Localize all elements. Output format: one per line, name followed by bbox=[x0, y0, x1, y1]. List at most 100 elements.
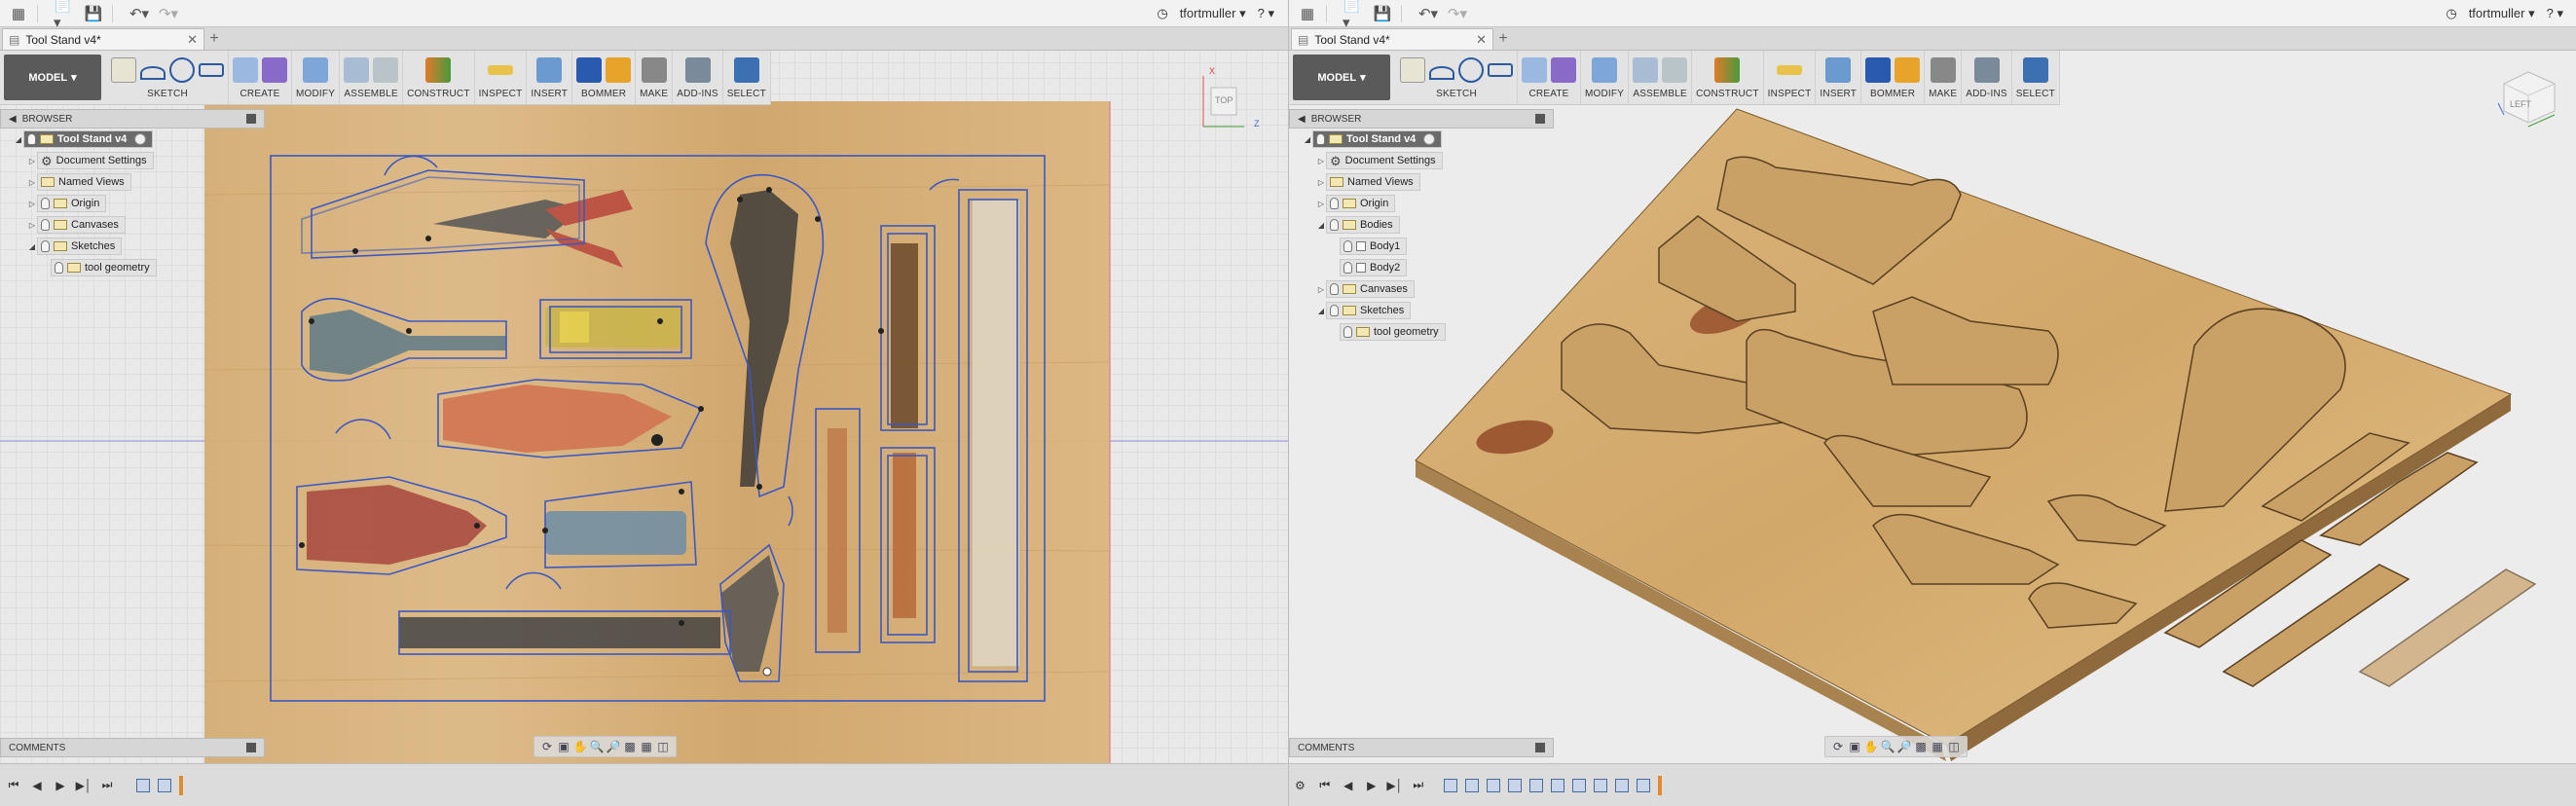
timeline-feature[interactable] bbox=[1443, 778, 1457, 792]
toolbar-select[interactable]: SELECT bbox=[2012, 51, 2060, 104]
visibility-bulb-icon[interactable] bbox=[55, 262, 63, 274]
zoom-window-icon[interactable]: 🔎 bbox=[1897, 740, 1912, 753]
toolbar-construct[interactable]: CONSTRUCT bbox=[403, 51, 475, 104]
pin-icon[interactable] bbox=[246, 114, 256, 124]
pin-icon[interactable] bbox=[1535, 743, 1545, 752]
viewcube[interactable]: LEFT bbox=[2494, 64, 2562, 128]
pin-icon[interactable] bbox=[1535, 114, 1545, 124]
collapsed-triangle-icon[interactable]: ▷ bbox=[27, 200, 37, 208]
timeline-feature[interactable] bbox=[1507, 778, 1522, 792]
tree-item-origin[interactable]: ▷ Origin bbox=[0, 193, 265, 214]
visibility-bulb-icon[interactable] bbox=[1330, 283, 1339, 295]
visibility-bulb-icon[interactable] bbox=[1343, 262, 1352, 274]
timeline-feature[interactable] bbox=[1614, 778, 1629, 792]
collapse-icon[interactable]: ◀ bbox=[1298, 114, 1306, 125]
insert-image-icon[interactable] bbox=[1825, 57, 1852, 83]
workspace-switcher[interactable]: MODEL ▾ bbox=[4, 55, 101, 100]
visibility-bulb-icon[interactable] bbox=[1330, 219, 1339, 231]
timeline-marker[interactable] bbox=[1657, 775, 1662, 795]
expanded-triangle-icon[interactable]: ◢ bbox=[1316, 221, 1326, 230]
press-pull-icon[interactable] bbox=[1592, 57, 1618, 83]
file-menu-icon[interactable]: 📄▾ bbox=[1343, 0, 1364, 31]
extrude-icon[interactable] bbox=[1522, 57, 1547, 83]
visibility-bulb-icon[interactable] bbox=[1343, 326, 1352, 338]
tree-item-chip[interactable]: tool geometry bbox=[51, 259, 157, 276]
help-menu[interactable]: ? ▾ bbox=[2547, 6, 2563, 21]
toolbar-make[interactable]: MAKE bbox=[636, 51, 674, 104]
collapsed-triangle-icon[interactable]: ▷ bbox=[27, 221, 37, 230]
tree-item-chip[interactable]: Bodies bbox=[1326, 216, 1400, 234]
file-menu-icon[interactable]: 📄▾ bbox=[54, 0, 75, 31]
tree-item-origin[interactable]: ▷ Origin bbox=[1289, 193, 1554, 214]
document-tab[interactable]: ▤ Tool Stand v4* ✕ bbox=[1291, 28, 1493, 50]
tree-item-document-settings[interactable]: ▷ ⚙ Document Settings bbox=[1289, 150, 1554, 171]
display-settings-icon[interactable]: ▩ bbox=[623, 740, 637, 753]
toolbar-assemble[interactable]: ASSEMBLE bbox=[340, 51, 404, 104]
tree-item-chip[interactable]: Canvases bbox=[1326, 280, 1415, 298]
collapse-icon[interactable]: ◀ bbox=[9, 114, 17, 125]
timeline-feature[interactable] bbox=[1636, 778, 1650, 792]
arc-icon[interactable] bbox=[140, 66, 166, 80]
toolbar-add-ins[interactable]: ADD-INS bbox=[1962, 51, 2012, 104]
workspace-switcher[interactable]: MODEL ▾ bbox=[1293, 55, 1390, 100]
select-icon[interactable] bbox=[2022, 57, 2048, 83]
tree-item-tool-geometry[interactable]: tool geometry bbox=[1289, 321, 1554, 343]
tree-item-body2[interactable]: Body2 bbox=[1289, 257, 1554, 278]
new-tab-button[interactable]: + bbox=[1493, 28, 1513, 50]
bommer-icon[interactable] bbox=[1865, 57, 1892, 83]
tree-item-chip[interactable]: Named Views bbox=[1326, 173, 1420, 191]
timeline-feature[interactable] bbox=[1571, 778, 1586, 792]
job-status-icon[interactable]: ◷ bbox=[1157, 6, 1167, 21]
tree-item-named-views[interactable]: ▷ Named Views bbox=[1289, 171, 1554, 193]
collapsed-triangle-icon[interactable]: ▷ bbox=[1316, 157, 1326, 165]
tree-item-chip[interactable]: Sketches bbox=[37, 238, 123, 255]
look-at-icon[interactable]: ▣ bbox=[557, 740, 570, 753]
expanded-triangle-icon[interactable]: ◢ bbox=[1316, 307, 1326, 315]
bommer-edit-icon[interactable] bbox=[1895, 57, 1921, 83]
offset-plane-icon[interactable] bbox=[425, 57, 452, 83]
browser-header[interactable]: ◀ BROWSER bbox=[0, 109, 265, 128]
toolbar-modify[interactable]: MODIFY bbox=[292, 51, 341, 104]
measure-icon[interactable] bbox=[488, 65, 514, 75]
collapsed-triangle-icon[interactable]: ▷ bbox=[1316, 200, 1326, 208]
pin-icon[interactable] bbox=[246, 743, 256, 752]
tree-item-chip[interactable]: Body2 bbox=[1340, 259, 1408, 276]
toolbar-inspect[interactable]: INSPECT bbox=[1764, 51, 1817, 104]
undo-icon[interactable]: ↶▾ bbox=[1417, 3, 1439, 24]
tree-item-chip[interactable]: Origin bbox=[37, 195, 107, 212]
user-menu[interactable]: tfortmuller ▾ bbox=[2469, 6, 2535, 21]
toolbar-inspect[interactable]: INSPECT bbox=[475, 51, 528, 104]
step-forward-icon[interactable]: ▶│ bbox=[1386, 778, 1403, 793]
toolbar-construct[interactable]: CONSTRUCT bbox=[1692, 51, 1764, 104]
grid-settings-icon[interactable]: ▦ bbox=[640, 740, 653, 753]
play-icon[interactable]: ▶ bbox=[1364, 778, 1380, 793]
toolbar-make[interactable]: MAKE bbox=[1925, 51, 1963, 104]
user-menu[interactable]: tfortmuller ▾ bbox=[1180, 6, 1246, 21]
undo-icon[interactable]: ↶▾ bbox=[129, 3, 150, 24]
tree-item-chip[interactable]: Canvases bbox=[37, 216, 126, 234]
make-3d-print-icon[interactable] bbox=[1930, 57, 1956, 83]
tree-item-chip[interactable]: Named Views bbox=[37, 173, 131, 191]
visibility-bulb-icon[interactable] bbox=[27, 133, 36, 145]
collapsed-triangle-icon[interactable]: ▷ bbox=[1316, 178, 1326, 187]
activate-radio-icon[interactable] bbox=[1423, 133, 1436, 145]
job-status-icon[interactable]: ◷ bbox=[2446, 6, 2456, 21]
expanded-triangle-icon[interactable]: ◢ bbox=[1303, 135, 1312, 144]
rectangle-icon[interactable] bbox=[199, 63, 224, 77]
tree-item-chip[interactable]: Origin bbox=[1326, 195, 1396, 212]
make-3d-print-icon[interactable] bbox=[641, 57, 667, 83]
viewports-icon[interactable]: ◫ bbox=[656, 740, 670, 753]
timeline-sketch-feature[interactable] bbox=[158, 778, 171, 792]
pan-icon[interactable]: ✋ bbox=[573, 740, 588, 753]
toolbar-bommer[interactable]: BOMMER bbox=[572, 51, 637, 104]
redo-icon[interactable]: ↷▾ bbox=[1447, 3, 1468, 24]
extrude-icon[interactable] bbox=[233, 57, 258, 83]
tree-item-document-settings[interactable]: ▷ ⚙ Document Settings bbox=[0, 150, 265, 171]
zoom-icon[interactable]: 🔍 bbox=[590, 740, 605, 753]
close-icon[interactable]: ✕ bbox=[1476, 32, 1487, 48]
visibility-bulb-icon[interactable] bbox=[1343, 240, 1352, 252]
browser-header[interactable]: ◀ BROWSER bbox=[1289, 109, 1554, 128]
toolbar-select[interactable]: SELECT bbox=[723, 51, 771, 104]
scripts-icon[interactable] bbox=[1973, 57, 2000, 83]
timeline-feature[interactable] bbox=[1464, 778, 1479, 792]
